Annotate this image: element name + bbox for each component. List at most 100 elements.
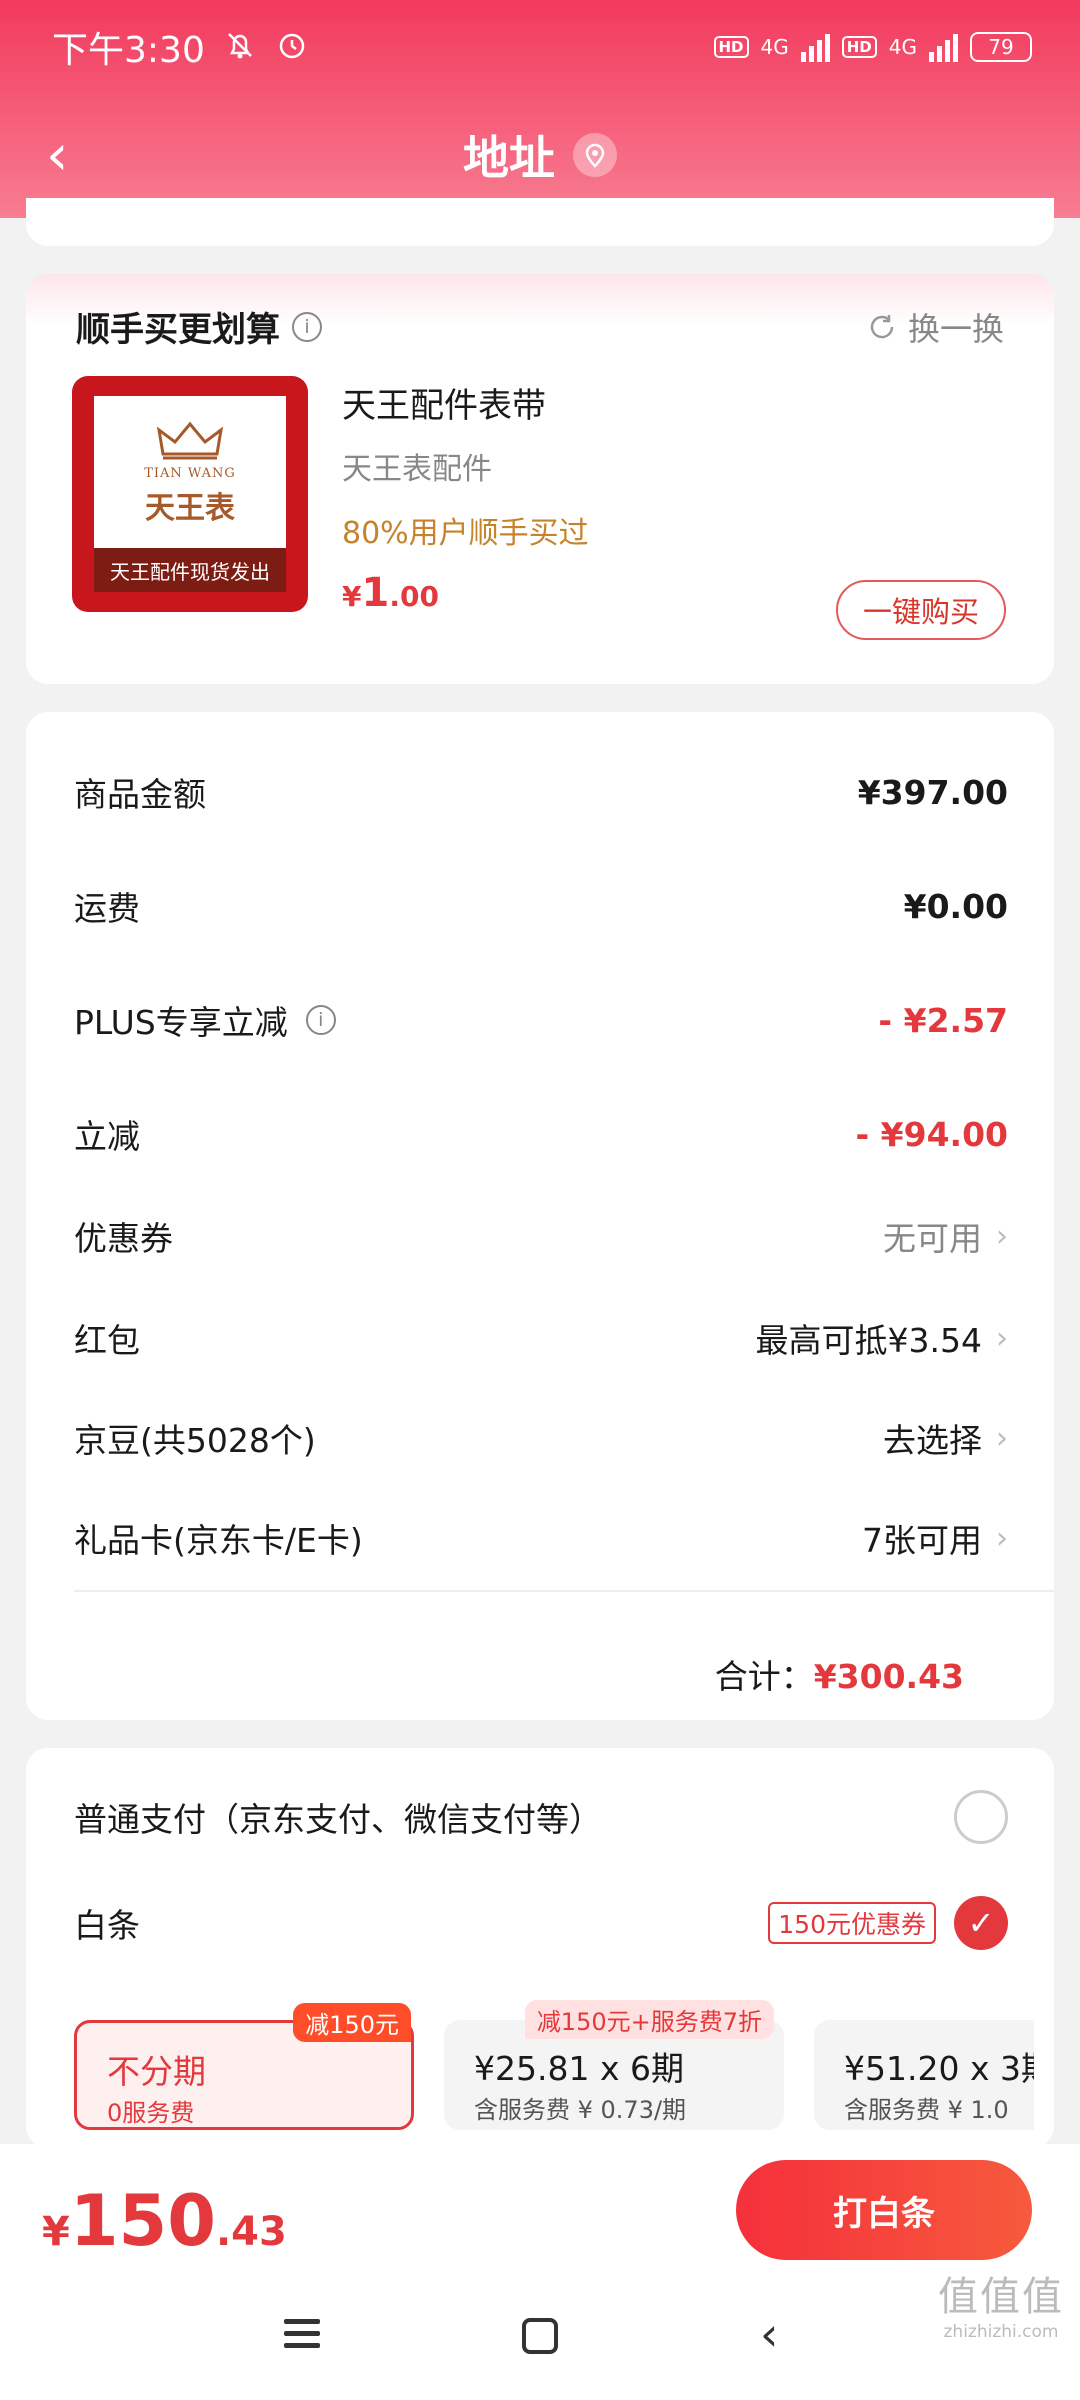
payment-card: 普通支付（京东支付、微信支付等） 白条 150元优惠券 ✓ 减150元 不分期 … bbox=[26, 1748, 1054, 2148]
coupon-row[interactable]: 优惠券 无可用 › bbox=[74, 1212, 1008, 1260]
normal-payment-option[interactable]: 普通支付（京东支付、微信支付等） bbox=[74, 1790, 1008, 1844]
chevron-right-icon: › bbox=[996, 1218, 1008, 1254]
order-summary-card: 商品金额 ¥397.00 运费 ¥0.00 PLUS专享立减 i - ¥2.57 … bbox=[26, 712, 1054, 1720]
shipping-label: 运费 bbox=[74, 889, 140, 928]
normal-payment-label: 普通支付（京东支付、微信支付等） bbox=[74, 1800, 602, 1839]
signal-icon bbox=[800, 32, 830, 62]
address-card-bottom bbox=[26, 198, 1054, 246]
gift-card-value: 7张可用 bbox=[862, 1521, 982, 1560]
hd-badge: HD bbox=[713, 36, 749, 58]
red-packet-value: 最高可抵¥3.54 bbox=[755, 1321, 982, 1360]
network-label: 4G bbox=[760, 35, 789, 59]
final-price-integer: 150 bbox=[69, 2180, 216, 2262]
chevron-right-icon: › bbox=[996, 1420, 1008, 1456]
normal-payment-radio[interactable] bbox=[954, 1790, 1008, 1844]
mute-bell-icon bbox=[223, 28, 257, 66]
refresh-button[interactable]: 换一换 bbox=[866, 304, 1004, 350]
goods-amount-row: 商品金额 ¥397.00 bbox=[74, 768, 1008, 816]
refresh-icon bbox=[870, 315, 894, 339]
one-click-buy-button[interactable]: 一键购买 bbox=[836, 580, 1006, 640]
network-label-2: 4G bbox=[888, 35, 917, 59]
shipping-value: ¥0.00 bbox=[903, 886, 1008, 926]
final-price-decimal: .43 bbox=[215, 2209, 287, 2255]
nav-bar: ‹ 地址 bbox=[0, 110, 1080, 200]
plan-6-months[interactable]: 减150元+服务费7折 ¥25.81 x 6期 含服务费 ¥ 0.73/期 bbox=[444, 2000, 784, 2130]
recommend-card: 顺手买更划算 i 换一换 TIAN WANG 天王表 天王配件现货发出 天王配件… bbox=[26, 274, 1054, 684]
status-time: 下午3:30 bbox=[52, 30, 205, 71]
final-price: ¥150.43 bbox=[42, 2180, 287, 2262]
plus-info-icon[interactable]: i bbox=[305, 1005, 336, 1035]
baitiao-coupon-badge[interactable]: 150元优惠券 bbox=[768, 1902, 936, 1944]
home-icon[interactable] bbox=[522, 2318, 558, 2354]
alarm-icon bbox=[275, 28, 309, 66]
plan-sub: 含服务费 ¥ 0.73/期 bbox=[474, 2096, 687, 2124]
watermark: 值值值 zhizhizhi.com bbox=[938, 2264, 1064, 2342]
shipping-row: 运费 ¥0.00 bbox=[74, 882, 1008, 930]
system-back-icon[interactable]: ‹ bbox=[760, 2311, 778, 2357]
crown-logo-icon bbox=[156, 421, 224, 459]
refresh-label: 换一换 bbox=[907, 310, 1004, 348]
plan-tag: 减150元 bbox=[293, 2003, 411, 2042]
system-nav-bar: ‹ bbox=[0, 2311, 1080, 2372]
plan-title: 不分期 bbox=[107, 2052, 206, 2091]
product-image[interactable]: TIAN WANG 天王表 天王配件现货发出 bbox=[72, 376, 308, 612]
plus-discount-row: PLUS专享立减 i - ¥2.57 bbox=[74, 996, 1008, 1044]
jingdou-label: 京豆(共5028个) bbox=[74, 1421, 316, 1460]
price-symbol: ¥ bbox=[342, 580, 362, 613]
menu-icon[interactable] bbox=[284, 2312, 320, 2355]
chevron-right-icon: › bbox=[996, 1520, 1008, 1556]
chevron-right-icon: › bbox=[996, 1320, 1008, 1356]
instant-discount-label: 立减 bbox=[74, 1117, 140, 1156]
recommend-title: 顺手买更划算 i bbox=[76, 302, 322, 351]
plan-sub: 含服务费 ¥ 1.0 bbox=[844, 2096, 1009, 2124]
watermark-url: zhizhizhi.com bbox=[943, 2322, 1059, 2342]
header: 下午3:30 HD 4G HD 4G 79 ‹ 地址 bbox=[0, 0, 1080, 218]
watermark-text: 值值值 bbox=[938, 2274, 1064, 2320]
price-decimal: .00 bbox=[389, 580, 439, 613]
baitiao-radio-checked[interactable]: ✓ bbox=[954, 1896, 1008, 1950]
back-arrow-icon[interactable]: ‹ bbox=[46, 128, 68, 184]
final-price-symbol: ¥ bbox=[42, 2209, 70, 2255]
total-label: 合计： bbox=[714, 1657, 814, 1696]
baitiao-label: 白条 bbox=[74, 1906, 140, 1945]
location-pin-icon[interactable] bbox=[573, 133, 617, 177]
coupon-label: 优惠券 bbox=[74, 1219, 173, 1258]
price-integer: 1 bbox=[361, 570, 390, 616]
logo-banner: 天王配件现货发出 bbox=[94, 548, 286, 592]
plan-no-installment[interactable]: 减150元 不分期 0服务费 bbox=[74, 2003, 414, 2130]
jingdou-row[interactable]: 京豆(共5028个) 去选择 › bbox=[74, 1414, 1008, 1462]
product-shop: 天王表配件 bbox=[342, 452, 492, 487]
product-name[interactable]: 天王配件表带 bbox=[342, 378, 546, 427]
plus-discount-label: PLUS专享立减 bbox=[74, 1003, 288, 1042]
battery-icon: 79 bbox=[970, 32, 1032, 62]
coupon-value: 无可用 bbox=[883, 1219, 982, 1258]
plus-discount-value: - ¥2.57 bbox=[878, 1000, 1008, 1040]
total-row: 合计：¥300.43 bbox=[715, 1650, 964, 1698]
hd-badge-2: HD bbox=[841, 36, 877, 58]
red-packet-label: 红包 bbox=[74, 1321, 140, 1360]
plan-title: ¥51.20 x 3期 bbox=[844, 2049, 1034, 2088]
plan-title: ¥25.81 x 6期 bbox=[474, 2049, 684, 2088]
status-bar: 下午3:30 HD 4G HD 4G 79 bbox=[52, 22, 1032, 72]
plan-3-months[interactable]: ¥51.20 x 3期 含服务费 ¥ 1.0 bbox=[814, 2020, 1034, 2130]
total-value: ¥300.43 bbox=[813, 1657, 964, 1696]
signal-icon-2 bbox=[929, 32, 958, 62]
product-price: ¥1.00 bbox=[342, 570, 439, 616]
plan-tag: 减150元+服务费7折 bbox=[524, 2000, 774, 2039]
goods-amount-value: ¥397.00 bbox=[857, 772, 1008, 812]
instant-discount-row: 立减 - ¥94.00 bbox=[74, 1110, 1008, 1158]
plan-sub: 0服务费 bbox=[107, 2099, 195, 2127]
pay-baitiao-button[interactable]: 打白条 bbox=[736, 2160, 1032, 2260]
info-icon[interactable]: i bbox=[292, 311, 322, 342]
recommend-title-text: 顺手买更划算 bbox=[76, 310, 280, 350]
baitiao-option[interactable]: 白条 150元优惠券 ✓ bbox=[74, 1896, 1008, 1950]
goods-amount-label: 商品金额 bbox=[74, 775, 206, 814]
gift-card-row[interactable]: 礼品卡(京东卡/E卡) 7张可用 › bbox=[74, 1514, 1008, 1562]
red-packet-row[interactable]: 红包 最高可抵¥3.54 › bbox=[74, 1314, 1008, 1362]
product-buy-rate: 80%用户顺手买过 bbox=[342, 516, 589, 551]
jingdou-value: 去选择 bbox=[883, 1421, 982, 1460]
instant-discount-value: - ¥94.00 bbox=[855, 1114, 1008, 1154]
checkout-bar: ¥150.43 打白条 ‹ 值值值 zhizhizhi.com bbox=[0, 2144, 1080, 2400]
installment-plans: 减150元 不分期 0服务费 减150元+服务费7折 ¥25.81 x 6期 含… bbox=[74, 2000, 1034, 2140]
gift-card-label: 礼品卡(京东卡/E卡) bbox=[74, 1521, 363, 1560]
